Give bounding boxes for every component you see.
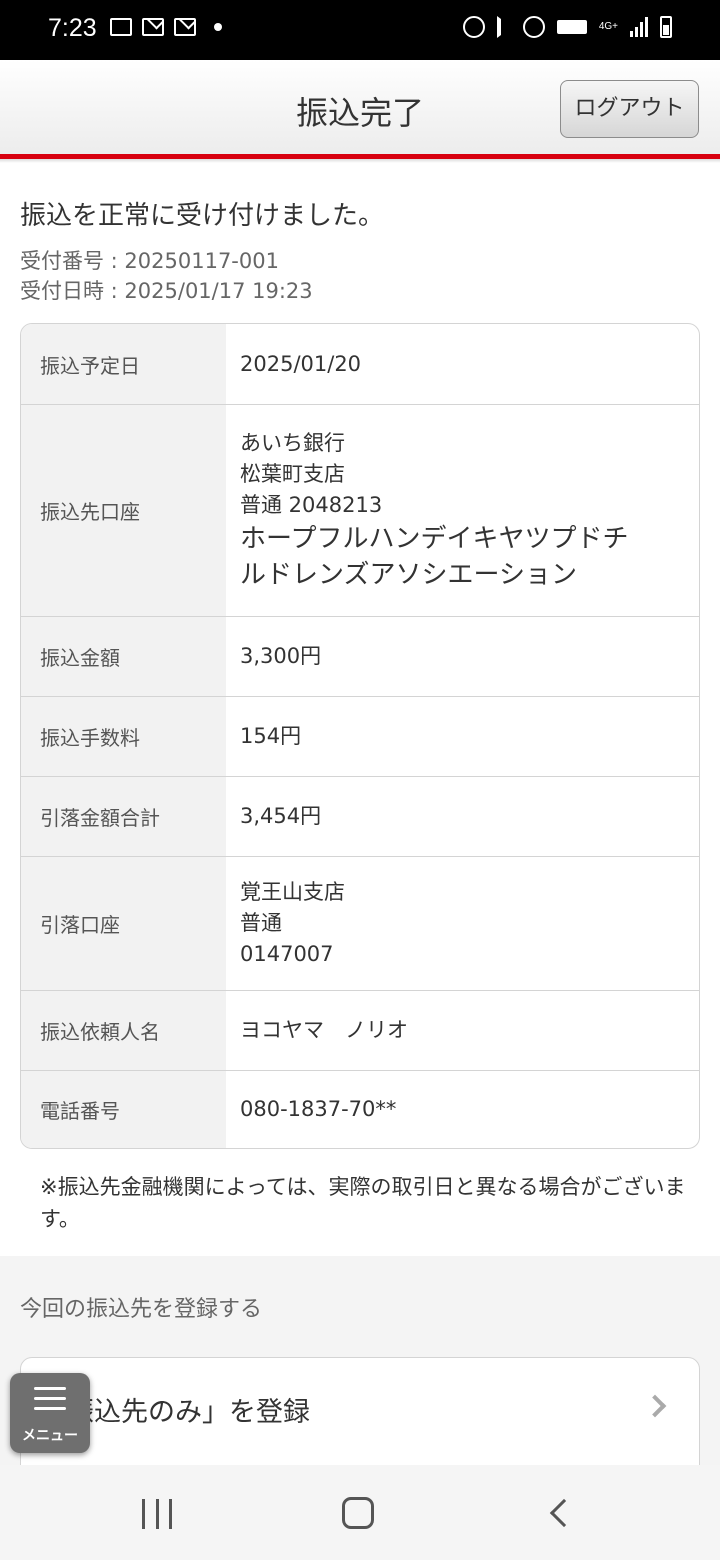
detail-value: あいち銀行 松葉町支店 普通 2048213 ホープフルハンデイキヤツプドチ ル… [226, 405, 699, 616]
bank-name: あいち銀行 [240, 431, 345, 455]
detail-value-line: 154円 [240, 724, 302, 748]
header-shadow [0, 159, 720, 163]
mail-icon [174, 18, 196, 36]
register-section-title: 今回の振込先を登録する [20, 1297, 263, 1322]
status-bar: 7:23 4G+ [0, 0, 720, 60]
signal-icon [630, 17, 648, 37]
detail-label: 振込予定日 [21, 324, 226, 404]
detail-label: 電話番号 [21, 1071, 226, 1148]
detail-value-line: 2025/01/20 [240, 351, 362, 376]
transfer-details-table: 振込予定日 2025/01/20 振込先口座 あいち銀行 松葉町支店 普通 20… [20, 323, 700, 1149]
detail-row-destination-account: 振込先口座 あいち銀行 松葉町支店 普通 2048213 ホープフルハンデイキヤ… [21, 404, 699, 616]
detail-value: 080-1837-70** [226, 1071, 699, 1148]
app-header: 振込完了 ログアウト [0, 60, 720, 154]
detail-value: 3,454円 [226, 777, 699, 856]
home-icon[interactable] [342, 1497, 374, 1529]
mute-icon [496, 16, 511, 38]
detail-value-line: 普通 [240, 911, 282, 935]
completion-message: 振込を正常に受け付けました。 [20, 201, 385, 231]
logout-button[interactable]: ログアウト [560, 80, 699, 138]
detail-label: 振込金額 [21, 617, 226, 696]
detail-row-fee: 振込手数料 154円 [21, 696, 699, 776]
detail-value-line: 080-1837-70** [240, 1097, 397, 1121]
detail-row-debit-account: 引落口座 覚王山支店 普通 0147007 [21, 856, 699, 990]
detail-value-line: 3,454円 [240, 804, 322, 828]
account-holder-name: ルドレンズアソシエーション [240, 560, 577, 590]
branch-name: 松葉町支店 [240, 462, 345, 486]
detail-value-line: 覚王山支店 [240, 880, 345, 904]
detail-value: 覚王山支店 普通 0147007 [226, 857, 699, 990]
menu-label: メニュー [22, 1428, 78, 1444]
reception-datetime: 受付日時 : 2025/01/17 19:23 [20, 279, 313, 303]
detail-row-scheduled-date: 振込予定日 2025/01/20 [21, 324, 699, 404]
more-notifications-dot-icon [214, 23, 222, 31]
alarm-icon [462, 16, 485, 38]
detail-label: 振込依頼人名 [21, 991, 226, 1070]
system-icons: 4G+ [462, 16, 672, 38]
detail-value: 3,300円 [226, 617, 699, 696]
detail-value-line: 3,300円 [240, 644, 322, 668]
detail-label: 引落金額合計 [21, 777, 226, 856]
image-icon [110, 18, 132, 36]
detail-row-requester-name: 振込依頼人名 ヨコヤマ ノリオ [21, 990, 699, 1070]
system-navigation-bar [0, 1465, 720, 1560]
detail-value: 154円 [226, 697, 699, 776]
notification-icons [110, 18, 222, 36]
footnote: ※振込先金融機関によっては、実際の取引日と異なる場合がございます。 [40, 1175, 686, 1231]
recent-apps-icon[interactable] [142, 1499, 172, 1529]
detail-value: 2025/01/20 [226, 324, 699, 404]
volte-icon [556, 20, 587, 34]
account-number: 普通 2048213 [240, 493, 383, 517]
detail-value-line: ヨコヤマ ノリオ [240, 1018, 408, 1042]
detail-label: 振込先口座 [21, 405, 226, 616]
detail-row-phone: 電話番号 080-1837-70** [21, 1070, 699, 1148]
detail-row-total: 引落金額合計 3,454円 [21, 776, 699, 856]
menu-button[interactable]: メニュー [10, 1373, 90, 1453]
detail-value-line: 0147007 [240, 942, 334, 966]
account-holder-name: ホープフルハンデイキヤツプドチ [240, 524, 629, 554]
clock: 7:23 [48, 14, 97, 42]
detail-label: 振込手数料 [21, 697, 226, 776]
detail-value: ヨコヤマ ノリオ [226, 991, 699, 1070]
reception-number: 受付番号 : 20250117-001 [20, 249, 279, 273]
mail-icon [142, 18, 164, 36]
detail-label: 引落口座 [21, 857, 226, 990]
detail-row-amount: 振込金額 3,300円 [21, 616, 699, 696]
hamburger-icon [34, 1387, 66, 1417]
network-type: 4G+ [598, 21, 618, 32]
hotspot-icon [522, 16, 545, 38]
back-icon[interactable] [549, 1498, 579, 1528]
battery-icon [660, 16, 672, 38]
